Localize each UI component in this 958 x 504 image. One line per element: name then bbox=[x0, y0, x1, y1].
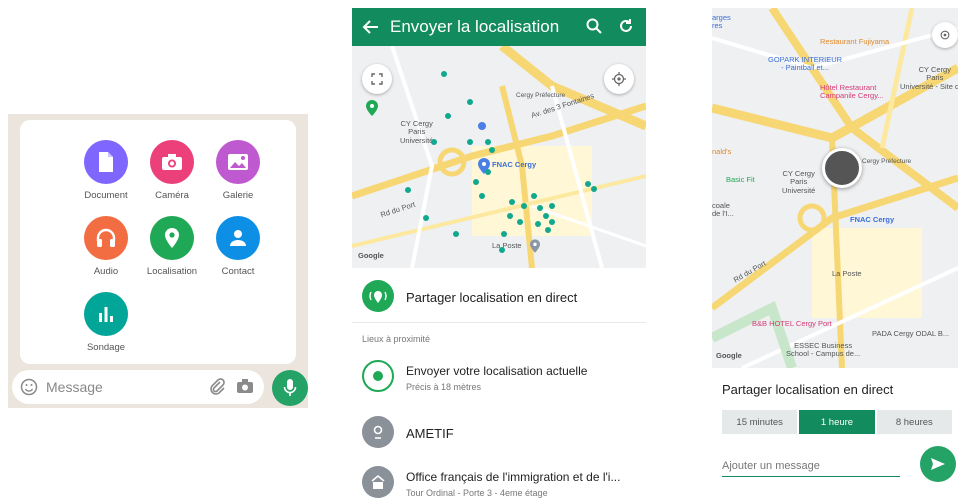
attachment-menu: Document Caméra Galerie Audio Localisati bbox=[20, 120, 296, 364]
attach-label: Contact bbox=[221, 266, 255, 277]
map-label-bbhotel: B&B HOTEL Cergy Port bbox=[752, 319, 832, 328]
duration-1-hour[interactable]: 1 heure bbox=[799, 410, 875, 434]
map-label: arges res bbox=[712, 13, 731, 31]
current-location-icon bbox=[362, 360, 394, 392]
camera-icon[interactable] bbox=[236, 378, 254, 399]
map-view[interactable]: arges res Restaurant Fujiyama GOPARK INT… bbox=[712, 8, 958, 368]
nearby-places-dots bbox=[405, 71, 597, 253]
map-label-essec: ESSEC Business School - Campus de... bbox=[786, 341, 861, 359]
map-label-station: Cergy Préfecture bbox=[862, 158, 912, 165]
contact-icon bbox=[216, 216, 260, 260]
camera-icon bbox=[150, 140, 194, 184]
attach-contact[interactable]: Contact bbox=[198, 216, 278, 277]
add-message-placeholder: Ajouter un message bbox=[722, 460, 820, 472]
map-label-hotel: Hôtel Restaurant Campanile Cergy... bbox=[820, 83, 884, 101]
map-label-ecole: coale de l'I... bbox=[712, 201, 734, 219]
microphone-button[interactable] bbox=[272, 370, 308, 406]
share-live-location-row[interactable]: Partager localisation en direct bbox=[352, 280, 646, 316]
search-icon[interactable] bbox=[586, 18, 602, 39]
crosshair-icon bbox=[940, 30, 950, 40]
send-button[interactable] bbox=[920, 446, 956, 482]
gallery-icon bbox=[216, 140, 260, 184]
map-label-university: CY Cergy Paris Université bbox=[782, 169, 816, 195]
page-title: Envoyer la localisation bbox=[390, 17, 560, 36]
attach-gallery[interactable]: Galerie bbox=[198, 140, 278, 201]
map-label-gopark: GOPARK INTERIEUR - Paintball et... bbox=[768, 55, 843, 73]
duration-15-minutes[interactable]: 15 minutes bbox=[722, 410, 798, 434]
map-label-cy-site: CY Cergy Paris Université - Site de... bbox=[900, 65, 958, 91]
location-pin-icon bbox=[150, 216, 194, 260]
add-message-input[interactable]: Ajouter un message bbox=[722, 456, 900, 477]
live-location-title: Partager localisation en direct bbox=[722, 382, 894, 397]
map-label-padra: PADA Cergy ODAL B... bbox=[872, 329, 950, 338]
google-logo: Google bbox=[358, 251, 384, 260]
attachment-panel: Document Caméra Galerie Audio Localisati bbox=[8, 114, 308, 408]
map-label-fnac: FNAC Cergy bbox=[850, 215, 895, 224]
emoji-icon[interactable] bbox=[20, 378, 38, 401]
map-label-mcdo: nald's bbox=[712, 147, 732, 156]
attach-label: Galerie bbox=[222, 190, 254, 201]
message-input-bar[interactable]: Message bbox=[12, 370, 264, 404]
duration-8-hours[interactable]: 8 heures bbox=[876, 410, 952, 434]
google-logo: Google bbox=[716, 351, 742, 360]
top-bar: Envoyer la localisation bbox=[352, 8, 646, 46]
back-arrow-icon[interactable] bbox=[362, 18, 380, 41]
map-label-restaurant: Restaurant Fujiyama bbox=[820, 37, 890, 46]
avatar[interactable] bbox=[822, 148, 862, 188]
current-location-accuracy: Précis à 18 mètres bbox=[406, 382, 482, 392]
place-name: AMETIF bbox=[406, 426, 454, 441]
attach-poll[interactable]: Sondage bbox=[66, 292, 146, 353]
live-location-screen: arges res Restaurant Fujiyama GOPARK INT… bbox=[712, 8, 958, 504]
place-row[interactable]: Office français de l'immigration et de l… bbox=[352, 466, 646, 502]
message-input[interactable]: Message bbox=[46, 379, 103, 395]
nearby-header: Lieux à proximité bbox=[362, 334, 431, 344]
building-icon bbox=[362, 466, 394, 498]
send-icon bbox=[931, 458, 945, 470]
divider bbox=[352, 322, 646, 323]
document-icon bbox=[84, 140, 128, 184]
place-icon bbox=[362, 416, 394, 448]
place-name: Office français de l'immigration et de l… bbox=[406, 470, 621, 484]
headphones-icon bbox=[84, 216, 128, 260]
place-row[interactable]: AMETIF bbox=[352, 416, 646, 452]
attach-label: Sondage bbox=[86, 342, 126, 353]
paperclip-icon[interactable] bbox=[208, 378, 226, 401]
poll-icon bbox=[84, 292, 128, 336]
place-address: Tour Ordinal - Porte 3 - 4eme étage bbox=[406, 488, 548, 498]
duration-selector: 15 minutes 1 heure 8 heures bbox=[722, 410, 952, 434]
map-view[interactable]: CY Cergy Paris Université FNAC Cergy Av.… bbox=[352, 46, 646, 268]
microphone-icon bbox=[283, 379, 297, 396]
send-current-location-row[interactable]: Envoyer votre localisation actuelle Préc… bbox=[352, 360, 646, 396]
map-label-laposte: La Poste bbox=[832, 269, 862, 278]
share-live-label: Partager localisation en direct bbox=[406, 290, 578, 305]
send-location-screen: Envoyer la localisation CY Cergy Paris U… bbox=[352, 8, 646, 504]
refresh-icon[interactable] bbox=[618, 18, 634, 39]
live-location-icon bbox=[362, 280, 394, 312]
my-location-button[interactable] bbox=[932, 22, 958, 48]
map-label-basicfit: Basic Fit bbox=[726, 175, 755, 184]
current-location-title: Envoyer votre localisation actuelle bbox=[406, 364, 588, 378]
